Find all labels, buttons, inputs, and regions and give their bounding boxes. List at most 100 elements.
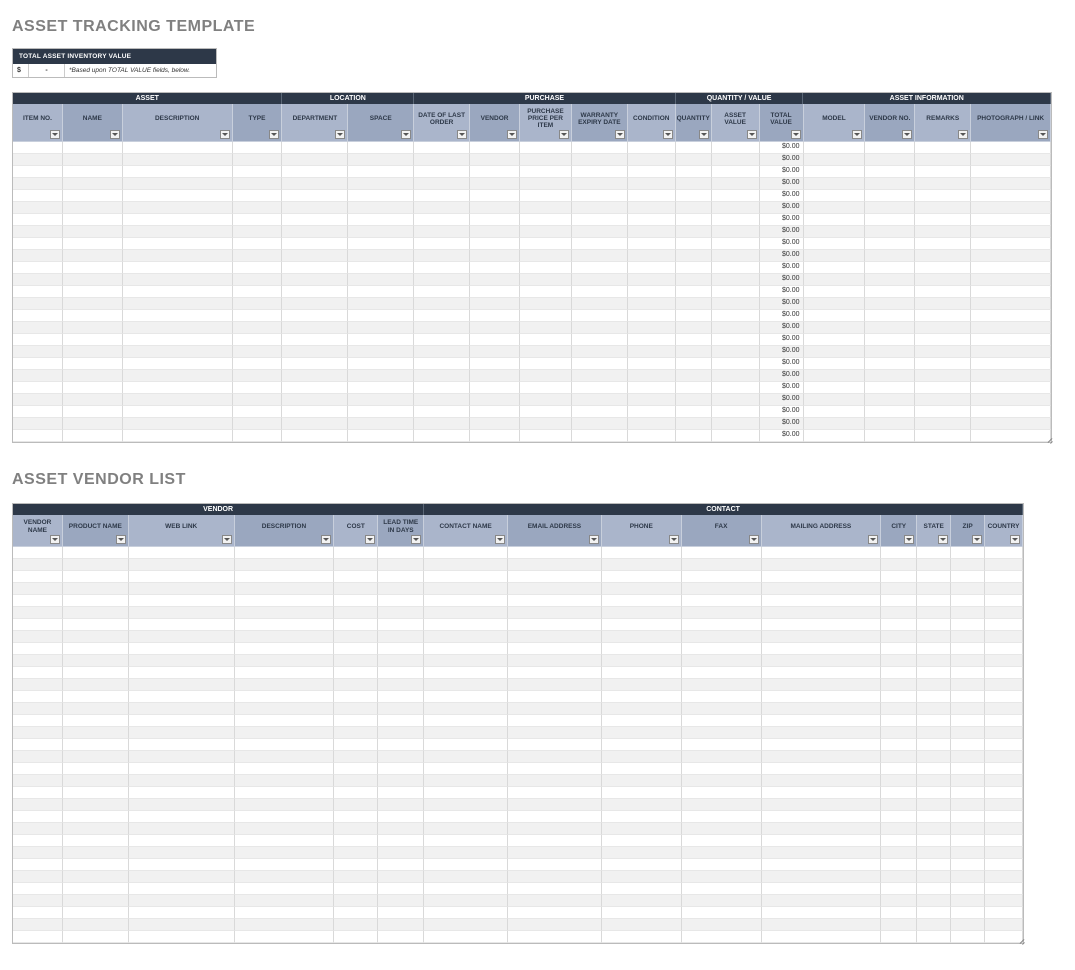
- table-cell[interactable]: [917, 679, 951, 691]
- table-cell[interactable]: [881, 823, 917, 835]
- resize-grip-icon[interactable]: [1018, 938, 1024, 944]
- table-cell[interactable]: [13, 751, 63, 763]
- table-cell[interactable]: [602, 739, 682, 751]
- table-cell[interactable]: [572, 166, 628, 178]
- table-cell[interactable]: [676, 214, 712, 226]
- table-cell[interactable]: [915, 166, 971, 178]
- table-cell[interactable]: [378, 823, 424, 835]
- table-cell[interactable]: [129, 847, 235, 859]
- table-cell[interactable]: [762, 751, 882, 763]
- table-cell[interactable]: [348, 238, 414, 250]
- table-cell[interactable]: [985, 715, 1023, 727]
- table-cell[interactable]: [123, 262, 233, 274]
- table-cell[interactable]: [334, 871, 378, 883]
- table-cell[interactable]: [520, 406, 572, 418]
- table-cell[interactable]: [508, 727, 602, 739]
- table-cell[interactable]: [282, 202, 348, 214]
- table-cell[interactable]: [470, 154, 520, 166]
- table-cell[interactable]: [682, 559, 762, 571]
- table-cell[interactable]: [951, 847, 985, 859]
- table-cell[interactable]: [508, 919, 602, 931]
- table-cell[interactable]: [470, 178, 520, 190]
- table-cell[interactable]: [676, 382, 712, 394]
- table-cell[interactable]: [804, 394, 866, 406]
- table-cell[interactable]: [334, 907, 378, 919]
- table-cell[interactable]: [378, 727, 424, 739]
- table-cell[interactable]: [917, 691, 951, 703]
- table-cell[interactable]: [123, 322, 233, 334]
- table-cell[interactable]: [13, 787, 63, 799]
- table-cell[interactable]: [762, 715, 882, 727]
- table-cell[interactable]: [676, 154, 712, 166]
- table-cell[interactable]: [628, 298, 676, 310]
- table-cell[interactable]: [971, 190, 1051, 202]
- table-cell[interactable]: [63, 631, 129, 643]
- table-cell[interactable]: [951, 643, 985, 655]
- table-cell[interactable]: [881, 715, 917, 727]
- column-header[interactable]: COUNTRY: [985, 515, 1023, 546]
- table-cell[interactable]: [951, 559, 985, 571]
- table-cell[interactable]: [762, 871, 882, 883]
- table-cell[interactable]: [470, 286, 520, 298]
- table-cell[interactable]: [985, 691, 1023, 703]
- table-cell[interactable]: [13, 835, 63, 847]
- table-cell[interactable]: [63, 727, 129, 739]
- table-cell[interactable]: [520, 286, 572, 298]
- table-cell[interactable]: [971, 226, 1051, 238]
- table-cell[interactable]: [917, 571, 951, 583]
- table-cell[interactable]: [13, 607, 63, 619]
- table-cell[interactable]: [334, 787, 378, 799]
- table-cell[interactable]: [348, 166, 414, 178]
- table-cell[interactable]: [348, 178, 414, 190]
- table-cell[interactable]: [282, 310, 348, 322]
- table-cell[interactable]: [881, 619, 917, 631]
- table-cell[interactable]: [881, 847, 917, 859]
- column-header[interactable]: PHONE: [602, 515, 682, 546]
- table-cell[interactable]: [424, 763, 508, 775]
- table-cell[interactable]: [508, 667, 602, 679]
- table-cell[interactable]: [13, 202, 63, 214]
- table-cell[interactable]: [602, 871, 682, 883]
- table-cell[interactable]: [865, 262, 915, 274]
- table-cell[interactable]: [63, 595, 129, 607]
- table-cell[interactable]: [985, 811, 1023, 823]
- table-cell[interactable]: [676, 202, 712, 214]
- table-cell[interactable]: [13, 799, 63, 811]
- table-cell[interactable]: [508, 751, 602, 763]
- table-cell[interactable]: [881, 655, 917, 667]
- table-cell[interactable]: [572, 190, 628, 202]
- table-cell[interactable]: [985, 547, 1023, 559]
- table-cell[interactable]: [762, 931, 882, 943]
- table-cell[interactable]: [572, 262, 628, 274]
- table-cell[interactable]: [63, 370, 123, 382]
- table-cell[interactable]: [951, 919, 985, 931]
- table-cell[interactable]: [762, 547, 882, 559]
- table-cell[interactable]: [804, 286, 866, 298]
- table-cell[interactable]: [63, 202, 123, 214]
- table-cell[interactable]: [414, 370, 470, 382]
- table-cell[interactable]: [13, 430, 63, 442]
- column-header[interactable]: DATE OF LAST ORDER: [414, 104, 470, 142]
- table-cell[interactable]: [63, 418, 123, 430]
- table-cell[interactable]: [508, 655, 602, 667]
- table-cell[interactable]: [470, 310, 520, 322]
- table-cell[interactable]: [971, 334, 1051, 346]
- table-cell[interactable]: [378, 703, 424, 715]
- column-header[interactable]: VENDOR: [470, 104, 520, 142]
- table-cell[interactable]: [915, 298, 971, 310]
- table-cell[interactable]: [917, 703, 951, 715]
- table-cell[interactable]: [628, 322, 676, 334]
- table-cell[interactable]: [424, 703, 508, 715]
- table-cell[interactable]: [985, 655, 1023, 667]
- table-cell[interactable]: [572, 310, 628, 322]
- table-cell[interactable]: [628, 310, 676, 322]
- table-cell[interactable]: [13, 394, 63, 406]
- table-cell[interactable]: [762, 691, 882, 703]
- table-cell[interactable]: [424, 883, 508, 895]
- table-cell[interactable]: [378, 763, 424, 775]
- table-cell[interactable]: [282, 154, 348, 166]
- table-cell[interactable]: [13, 370, 63, 382]
- table-cell[interactable]: [628, 154, 676, 166]
- table-cell[interactable]: [129, 859, 235, 871]
- table-cell[interactable]: $0.00: [760, 274, 804, 286]
